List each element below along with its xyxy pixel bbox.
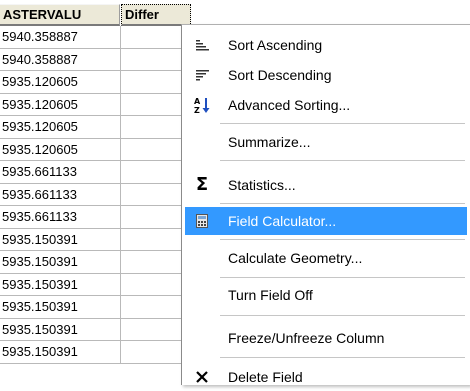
menu-item-label: Advanced Sorting...	[228, 97, 351, 113]
menu-item-label: Field Calculator...	[228, 213, 337, 229]
menu-item-statistics[interactable]: Σ Statistics...	[185, 171, 467, 199]
menu-separator	[220, 357, 465, 358]
differ-cell[interactable]	[121, 206, 190, 228]
menu-item-sort-descending[interactable]: Sort Descending	[185, 61, 467, 89]
menu-separator	[220, 239, 465, 240]
table-row[interactable]: 5935.150391	[0, 318, 190, 341]
differ-cell[interactable]	[121, 71, 190, 93]
table-row[interactable]: 5935.150391	[0, 296, 190, 319]
differ-cell[interactable]	[121, 341, 190, 363]
value-cell[interactable]: 5935.150391	[0, 251, 121, 273]
differ-cell[interactable]	[121, 116, 190, 138]
value-cell[interactable]: 5935.120605	[0, 138, 121, 160]
table-row[interactable]: 5935.661133	[0, 161, 190, 184]
differ-cell[interactable]	[121, 228, 190, 250]
menu-item-label: Delete Field	[228, 369, 303, 385]
value-cell[interactable]: 5935.661133	[0, 161, 121, 183]
differ-cell[interactable]	[121, 26, 190, 48]
menu-item-turn-field-off[interactable]: Turn Field Off	[185, 281, 467, 309]
column-headers: ASTERVALU Differ	[0, 4, 470, 26]
sort-ascending-icon	[192, 31, 212, 59]
menu-item-label: Calculate Geometry...	[228, 250, 363, 266]
table-row[interactable]: 5935.661133	[0, 183, 190, 206]
table-row[interactable]: 5940.358887	[0, 26, 190, 49]
menu-separator	[220, 203, 465, 204]
value-cell[interactable]: 5935.150391	[0, 228, 121, 250]
value-cell[interactable]: 5935.150391	[0, 318, 121, 340]
differ-cell[interactable]	[121, 273, 190, 295]
table-row[interactable]: 5935.120605	[0, 138, 190, 161]
menu-separator	[220, 160, 465, 161]
value-cell[interactable]: 5935.150391	[0, 341, 121, 363]
value-cell[interactable]: 5940.358887	[0, 48, 121, 70]
differ-cell[interactable]	[121, 93, 190, 115]
value-cell[interactable]: 5935.661133	[0, 183, 121, 205]
column-header-astervalu[interactable]: ASTERVALU	[0, 4, 120, 26]
menu-item-calculate-geometry[interactable]: Calculate Geometry...	[185, 244, 467, 272]
differ-cell[interactable]	[121, 48, 190, 70]
table-row[interactable]: 5935.150391	[0, 228, 190, 251]
value-cell[interactable]: 5935.661133	[0, 206, 121, 228]
value-cell[interactable]: 5935.120605	[0, 93, 121, 115]
table-row[interactable]: 5935.150391	[0, 251, 190, 274]
differ-cell[interactable]	[121, 138, 190, 160]
sigma-icon: Σ	[195, 174, 209, 195]
table-row[interactable]: 5935.150391	[0, 273, 190, 296]
differ-cell[interactable]	[121, 296, 190, 318]
value-cell[interactable]: 5940.358887	[0, 26, 121, 48]
differ-cell[interactable]	[121, 183, 190, 205]
table-row[interactable]: 5935.150391	[0, 341, 190, 364]
table-row[interactable]: 5940.358887	[0, 48, 190, 71]
column-context-menu: Sort Ascending Sort Descending A Z Advan…	[181, 24, 470, 385]
menu-separator	[220, 277, 465, 278]
menu-item-label: Freeze/Unfreeze Column	[228, 330, 385, 346]
menu-item-label: Sort Ascending	[228, 37, 323, 53]
value-cell[interactable]: 5935.150391	[0, 273, 121, 295]
menu-separator	[220, 315, 465, 316]
menu-item-sort-ascending[interactable]: Sort Ascending	[185, 31, 467, 59]
table-row[interactable]: 5935.120605	[0, 93, 190, 116]
menu-item-summarize[interactable]: Summarize...	[185, 128, 467, 156]
menu-item-field-calculator[interactable]: Field Calculator...	[185, 207, 467, 235]
table-body: 5940.358887 5940.358887 5935.120605 5935…	[0, 26, 190, 364]
table-row[interactable]: 5935.661133	[0, 206, 190, 229]
column-header-differ[interactable]: Differ	[121, 4, 191, 26]
differ-cell[interactable]	[121, 161, 190, 183]
advanced-sort-icon: A Z	[192, 91, 212, 119]
menu-item-label: Turn Field Off	[228, 287, 313, 303]
svg-text:A: A	[194, 97, 201, 106]
table-row[interactable]: 5935.120605	[0, 116, 190, 139]
calculator-icon	[192, 207, 212, 235]
svg-text:Z: Z	[194, 106, 200, 114]
menu-separator	[220, 123, 465, 124]
delete-x-icon	[192, 363, 212, 391]
value-cell[interactable]: 5935.150391	[0, 296, 121, 318]
sort-descending-icon	[192, 61, 212, 89]
table-row[interactable]: 5935.120605	[0, 71, 190, 94]
menu-item-label: Statistics...	[228, 177, 296, 193]
menu-item-delete-field[interactable]: Delete Field	[185, 363, 467, 391]
value-cell[interactable]: 5935.120605	[0, 71, 121, 93]
menu-item-label: Summarize...	[228, 134, 311, 150]
differ-cell[interactable]	[121, 251, 190, 273]
menu-item-label: Sort Descending	[228, 67, 332, 83]
menu-item-advanced-sorting[interactable]: A Z Advanced Sorting...	[185, 91, 467, 119]
menu-item-freeze-unfreeze-column[interactable]: Freeze/Unfreeze Column	[185, 324, 467, 352]
value-cell[interactable]: 5935.120605	[0, 116, 121, 138]
differ-cell[interactable]	[121, 318, 190, 340]
